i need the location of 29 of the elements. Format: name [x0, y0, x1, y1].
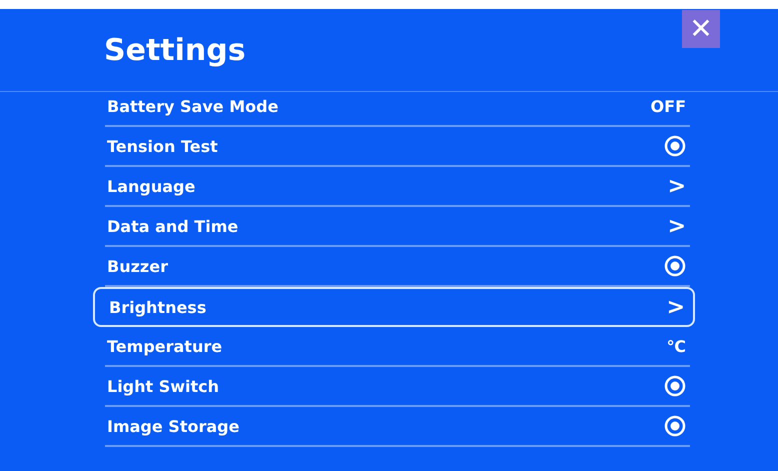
- radio-icon[interactable]: [664, 135, 686, 157]
- settings-row[interactable]: Buzzer: [105, 247, 690, 287]
- setting-label: Battery Save Mode: [107, 96, 278, 116]
- chevron: >: [666, 294, 685, 320]
- settings-row[interactable]: Tension Test: [105, 127, 690, 167]
- settings-row[interactable]: Battery Save Mode OFF: [105, 87, 690, 127]
- setting-label: Temperature: [107, 336, 222, 356]
- settings-row[interactable]: Brightness >: [93, 287, 695, 327]
- chevron: >: [668, 214, 686, 238]
- setting-value: ℃: [666, 336, 686, 356]
- radio-icon[interactable]: [664, 415, 686, 437]
- setting-label: Buzzer: [107, 256, 168, 276]
- setting-label: Light Switch: [107, 376, 220, 396]
- setting-value: OFF: [650, 96, 686, 116]
- settings-row[interactable]: Temperature ℃: [105, 327, 690, 367]
- setting-label: Data and Time: [107, 216, 238, 236]
- radio-icon[interactable]: [664, 255, 686, 277]
- settings-row[interactable]: Language >: [105, 167, 690, 207]
- setting-label: Tension Test: [107, 136, 218, 156]
- chevron: >: [668, 174, 686, 198]
- settings-row[interactable]: Data and Time >: [105, 207, 690, 247]
- settings-title: Settings: [104, 33, 246, 68]
- setting-label: Brightness: [109, 298, 206, 316]
- setting-label: Language: [107, 176, 196, 196]
- settings-row[interactable]: Image Storage: [105, 407, 690, 447]
- radio-icon[interactable]: [664, 375, 686, 397]
- close-button[interactable]: ✕: [682, 10, 720, 48]
- settings-row[interactable]: Light Switch: [105, 367, 690, 407]
- setting-label: Image Storage: [107, 416, 240, 436]
